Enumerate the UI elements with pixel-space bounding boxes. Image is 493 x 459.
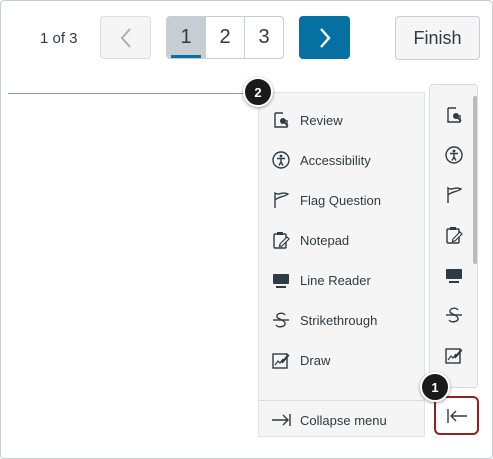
page-button-2[interactable]: 2 xyxy=(206,17,245,58)
menu-item-draw[interactable]: Draw xyxy=(271,350,330,370)
notepad-icon xyxy=(271,230,291,250)
menu-item-notepad[interactable]: Notepad xyxy=(271,230,349,250)
menu-item-label: Flag Question xyxy=(300,192,381,208)
callout-badge-1: 1 xyxy=(420,372,450,402)
menu-item-label: Strikethrough xyxy=(300,312,378,328)
review-icon xyxy=(271,110,291,130)
page-button-3[interactable]: 3 xyxy=(245,17,283,58)
previous-page-button[interactable] xyxy=(100,16,151,59)
page-button-1[interactable]: 1 xyxy=(167,17,206,58)
menu-item-label: Draw xyxy=(300,352,331,368)
next-page-button[interactable] xyxy=(299,16,350,59)
tools-menu: Review Accessibility Flag Question Notep… xyxy=(258,92,425,437)
accessibility-icon xyxy=(271,150,291,170)
draw-icon[interactable] xyxy=(444,345,464,365)
menu-item-strikethrough[interactable]: Strikethrough xyxy=(271,310,377,330)
content-divider xyxy=(8,93,258,94)
strikethrough-icon[interactable] xyxy=(444,305,464,325)
expand-arrow-icon xyxy=(446,408,467,423)
callout-badge-2: 2 xyxy=(243,77,273,107)
collapse-menu-button[interactable]: Collapse menu xyxy=(259,400,424,439)
chevron-right-icon xyxy=(319,27,331,48)
flag-icon xyxy=(271,190,291,210)
menu-item-label: Notepad xyxy=(300,232,350,248)
menu-item-flag-question[interactable]: Flag Question xyxy=(271,190,381,210)
page-count: 1 of 3 xyxy=(40,30,78,47)
menu-item-label: Review xyxy=(300,112,343,128)
page-selector: 1 2 3 xyxy=(166,16,284,59)
menu-item-label: Accessibility xyxy=(300,152,371,168)
collapse-menu-label: Collapse menu xyxy=(300,412,387,428)
tools-icon-strip xyxy=(429,84,478,388)
collapse-arrow-icon xyxy=(271,413,291,427)
line-reader-icon[interactable] xyxy=(444,265,464,285)
expand-menu-button[interactable] xyxy=(434,396,479,435)
review-icon[interactable] xyxy=(444,105,464,125)
line-reader-icon xyxy=(271,270,291,290)
menu-item-line-reader[interactable]: Line Reader xyxy=(271,270,371,290)
finish-button[interactable]: Finish xyxy=(395,16,480,60)
accessibility-icon[interactable] xyxy=(444,145,464,165)
menu-item-label: Line Reader xyxy=(300,272,371,288)
strip-scrollbar[interactable] xyxy=(473,96,477,264)
menu-item-accessibility[interactable]: Accessibility xyxy=(271,150,371,170)
draw-icon xyxy=(271,350,291,370)
flag-icon[interactable] xyxy=(444,185,464,205)
chevron-left-icon xyxy=(120,27,131,48)
strikethrough-icon xyxy=(271,310,291,330)
menu-item-review[interactable]: Review xyxy=(271,110,343,130)
notepad-icon[interactable] xyxy=(444,225,464,245)
